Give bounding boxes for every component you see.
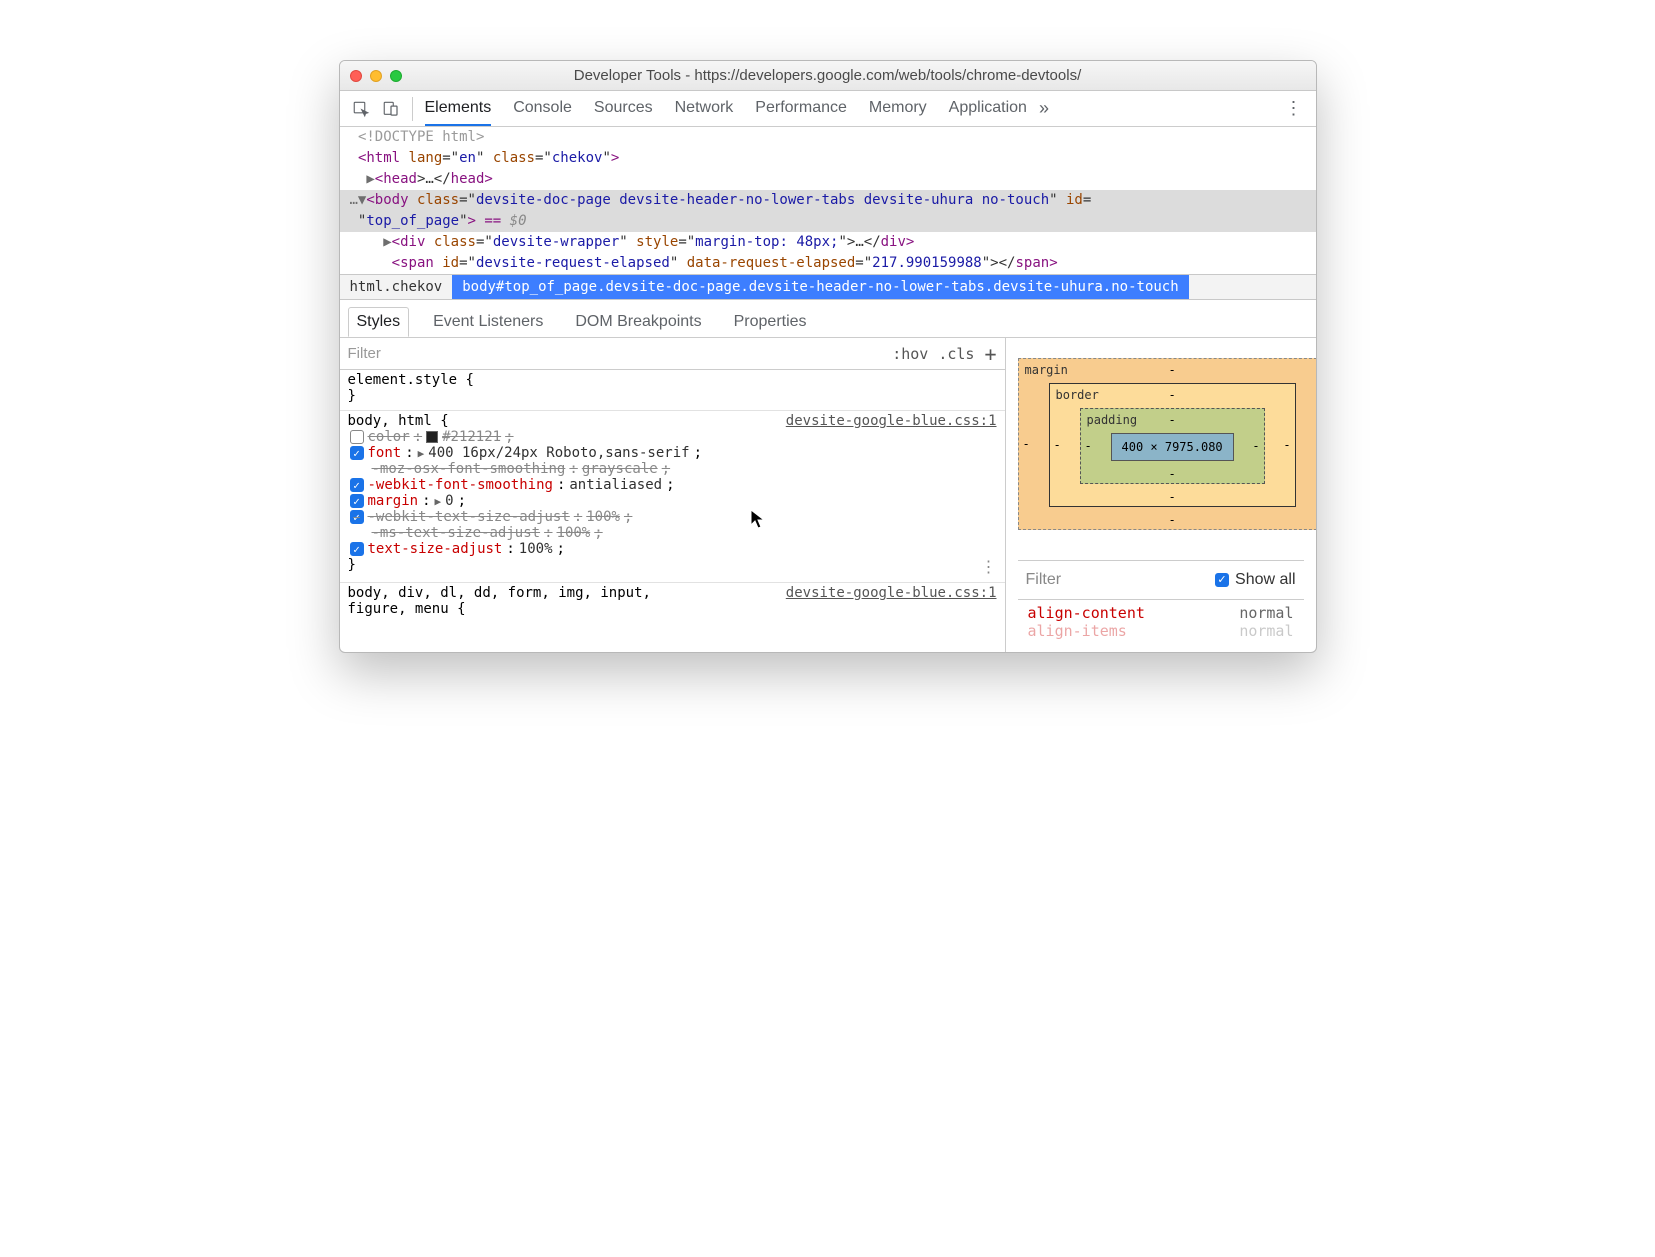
new-rule-icon[interactable]: + <box>984 344 996 364</box>
margin-left: - <box>1023 437 1030 451</box>
tab-application[interactable]: Application <box>949 92 1027 125</box>
margin-bottom: - <box>1019 513 1317 527</box>
separator <box>412 97 413 121</box>
rule-body-div-etc: body, div, dl, dd, form, img, input, fig… <box>340 583 1005 623</box>
collapse-arrow-icon[interactable]: …▼ <box>350 192 367 208</box>
rule-element-style: element.style { } <box>340 370 1005 411</box>
crumb-body[interactable]: body#top_of_page.devsite-doc-page.devsit… <box>452 275 1188 299</box>
close-window-button[interactable] <box>350 70 362 82</box>
expand-arrow-icon[interactable]: ▶ <box>383 234 391 250</box>
toolbar: Elements Console Sources Network Perform… <box>340 91 1316 127</box>
tab-elements[interactable]: Elements <box>425 92 492 126</box>
checkbox-tsa[interactable] <box>350 542 364 556</box>
selector-element-style[interactable]: element.style { <box>348 372 997 388</box>
checkbox-color[interactable] <box>350 430 364 444</box>
panel-tabs: Elements Console Sources Network Perform… <box>419 92 1027 125</box>
more-tabs-icon[interactable]: » <box>1039 98 1049 119</box>
styles-filter-row: Filter :hov .cls + <box>340 338 1005 370</box>
subtab-properties[interactable]: Properties <box>726 308 815 336</box>
hov-toggle[interactable]: :hov <box>892 345 928 363</box>
crumb-html[interactable]: html.chekov <box>340 275 453 299</box>
window-controls <box>350 70 402 82</box>
window-title: Developer Tools - https://developers.goo… <box>340 67 1316 84</box>
border-left: - <box>1054 438 1061 452</box>
computed-filter-row: Filter Show all <box>1018 560 1304 600</box>
brace-close: } <box>348 557 356 576</box>
tab-network[interactable]: Network <box>675 92 734 125</box>
prop-margin[interactable]: margin: ▶ 0; <box>348 493 997 509</box>
dom-tree[interactable]: <!DOCTYPE html> <html lang="en" class="c… <box>340 127 1316 274</box>
selector-2[interactable]: body, div, dl, dd, form, img, input, fig… <box>348 585 708 617</box>
box-model[interactable]: margin - - - - border - - - - padding - <box>1018 358 1317 530</box>
padding-left: - <box>1085 439 1092 453</box>
prop-webkit-font-smoothing[interactable]: -webkit-font-smoothing: antialiased; <box>348 477 997 493</box>
rule-body-html: body, html { devsite-google-blue.css:1 c… <box>340 411 1005 583</box>
checkbox-wtsa[interactable] <box>350 510 364 524</box>
border-right: - <box>1283 438 1290 452</box>
checkbox-wfs[interactable] <box>350 478 364 492</box>
tab-console[interactable]: Console <box>513 92 572 125</box>
computed-prop[interactable]: align-items normal <box>1028 622 1294 640</box>
prop-text-size-adjust[interactable]: text-size-adjust: 100%; <box>348 541 997 557</box>
prop-color[interactable]: color: #212121; <box>348 429 997 445</box>
prop-webkit-text-size-adjust[interactable]: -webkit-text-size-adjust: 100%; <box>348 509 997 525</box>
computed-prop[interactable]: align-content normal <box>1028 604 1294 622</box>
expand-arrow-icon[interactable]: ▶ <box>366 171 374 187</box>
tab-performance[interactable]: Performance <box>755 92 847 125</box>
border-bottom: - <box>1050 490 1295 504</box>
selected-node[interactable]: …▼<body class="devsite-doc-page devsite-… <box>340 190 1316 232</box>
brace-close: } <box>348 388 997 404</box>
margin-top: - <box>1019 363 1317 377</box>
dollar-zero: $0 <box>510 213 527 229</box>
settings-menu-icon[interactable]: ⋮ <box>1285 98 1302 119</box>
devtools-window: Developer Tools - https://developers.goo… <box>339 60 1317 653</box>
padding-right: - <box>1252 439 1259 453</box>
margin-right: - <box>1314 437 1316 451</box>
prop-ms-text-size-adjust[interactable]: -ms-text-size-adjust: 100%; <box>348 525 997 541</box>
shorthand-expand-icon[interactable]: ▶ <box>435 495 442 508</box>
prop-moz-smoothing[interactable]: -moz-osx-font-smoothing: grayscale; <box>348 461 997 477</box>
styles-filter-input[interactable]: Filter <box>348 345 893 362</box>
minimize-window-button[interactable] <box>370 70 382 82</box>
shorthand-expand-icon[interactable]: ▶ <box>418 447 425 460</box>
stylesheet-link-2[interactable]: devsite-google-blue.css:1 <box>786 585 997 617</box>
subtab-dom-breakpoints[interactable]: DOM Breakpoints <box>567 308 709 336</box>
content-size: 400 × 7975.080 <box>1111 433 1234 461</box>
border-top: - <box>1050 388 1295 402</box>
color-swatch[interactable] <box>426 431 438 443</box>
rule-menu-icon[interactable]: ⋮ <box>981 557 997 576</box>
subtab-styles[interactable]: Styles <box>348 307 410 337</box>
show-all-checkbox[interactable] <box>1215 573 1229 587</box>
doctype-node: <!DOCTYPE html> <box>358 129 484 145</box>
show-all-label: Show all <box>1235 571 1295 589</box>
padding-bottom: - <box>1081 467 1264 481</box>
prop-font[interactable]: font: ▶ 400 16px/24px Roboto,sans-serif; <box>348 445 997 461</box>
tab-sources[interactable]: Sources <box>594 92 653 125</box>
computed-filter-input[interactable]: Filter <box>1026 571 1062 589</box>
checkbox-font[interactable] <box>350 446 364 460</box>
cls-toggle[interactable]: .cls <box>938 345 974 363</box>
tab-memory[interactable]: Memory <box>869 92 927 125</box>
titlebar: Developer Tools - https://developers.goo… <box>340 61 1316 91</box>
styles-pane: Filter :hov .cls + element.style { } bod… <box>340 338 1006 652</box>
subtab-event-listeners[interactable]: Event Listeners <box>425 308 551 336</box>
sidebar-tabs: Styles Event Listeners DOM Breakpoints P… <box>340 300 1316 338</box>
device-toolbar-icon[interactable] <box>376 100 406 118</box>
computed-properties[interactable]: align-content normal align-items normal <box>1018 600 1304 640</box>
breadcrumb: html.chekov body#top_of_page.devsite-doc… <box>340 274 1316 300</box>
stylesheet-link[interactable]: devsite-google-blue.css:1 <box>786 413 997 429</box>
computed-pane: margin - - - - border - - - - padding - <box>1006 338 1316 652</box>
checkbox-margin[interactable] <box>350 494 364 508</box>
zoom-window-button[interactable] <box>390 70 402 82</box>
selector-body-html[interactable]: body, html { <box>348 413 449 429</box>
panels: Filter :hov .cls + element.style { } bod… <box>340 338 1316 652</box>
padding-top: - <box>1081 413 1264 427</box>
inspect-element-icon[interactable] <box>346 100 376 118</box>
